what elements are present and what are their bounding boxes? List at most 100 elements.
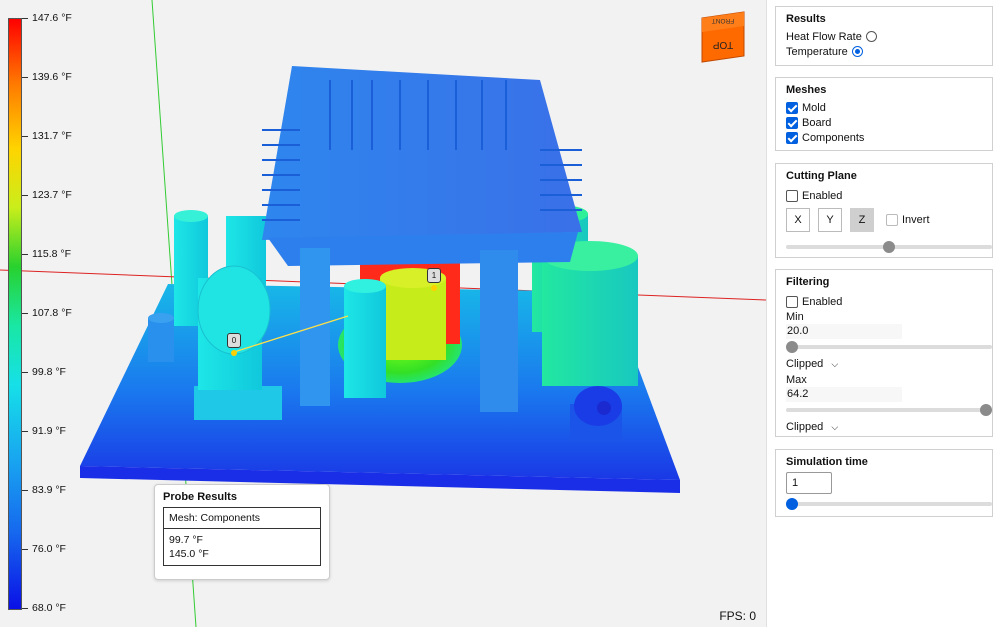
view-cube[interactable]: FRONT TOP xyxy=(698,8,748,70)
board-checkbox[interactable] xyxy=(786,116,798,129)
heat-flow-rate-label: Heat Flow Rate xyxy=(786,30,862,43)
slider-track xyxy=(786,408,992,412)
component-base xyxy=(194,386,282,420)
results-panel: Results Heat Flow Rate Temperature xyxy=(775,6,993,66)
simulation-time-panel: Simulation time 1 xyxy=(775,449,993,517)
meshes-title: Meshes xyxy=(786,84,827,96)
cutting-plane-enabled-label: Enabled xyxy=(802,189,843,202)
cutting-plane-panel: Cutting Plane Enabled X Y Z Invert xyxy=(775,163,993,258)
probe-marker-1[interactable]: 1 xyxy=(427,268,441,283)
components-label: Components xyxy=(802,131,865,144)
filtering-title: Filtering xyxy=(786,276,830,288)
simulation-time-input[interactable]: 1 xyxy=(786,472,832,494)
legend-label: 123.7 °F xyxy=(22,189,72,201)
slider-track xyxy=(786,345,992,349)
probe-results-title: Probe Results xyxy=(163,491,237,503)
slider-thumb[interactable] xyxy=(980,404,992,416)
components-checkbox[interactable] xyxy=(786,131,798,144)
slider-thumb[interactable] xyxy=(883,241,895,253)
min-mode-value: Clipped xyxy=(786,358,824,370)
mold-checkbox[interactable] xyxy=(786,101,798,114)
probe-value: 145.0 °F xyxy=(169,548,209,560)
large-cylinder xyxy=(542,256,638,386)
slider-thumb[interactable] xyxy=(786,498,798,510)
temperature-option[interactable]: Temperature xyxy=(786,44,982,59)
probe-marker-0[interactable]: 0 xyxy=(227,333,241,348)
cutting-plane-enabled[interactable]: Enabled xyxy=(786,188,982,203)
axis-x-button[interactable]: X xyxy=(786,208,810,232)
cutting-plane-enabled-checkbox[interactable] xyxy=(786,189,798,202)
chevron-down-icon: ⌵ xyxy=(831,359,839,369)
legend-label: 99.8 °F xyxy=(22,366,66,378)
color-legend: 147.6 °F 139.6 °F 131.7 °F 123.7 °F 115.… xyxy=(0,10,90,614)
small-cylinder xyxy=(148,318,174,362)
board-label: Board xyxy=(802,116,832,129)
results-title: Results xyxy=(786,13,826,25)
mesh-item-mold[interactable]: Mold xyxy=(786,100,982,115)
cutting-plane-slider[interactable] xyxy=(786,241,992,253)
mold-label: Mold xyxy=(802,101,826,114)
simulation-time-title: Simulation time xyxy=(786,456,868,468)
meshes-panel: Meshes Mold Board Components xyxy=(775,77,993,151)
legend-label: 115.8 °F xyxy=(22,248,71,260)
probe-point xyxy=(231,350,237,356)
invert-label: Invert xyxy=(902,214,930,226)
yellow-component xyxy=(380,278,446,360)
probe-marker-label: 1 xyxy=(431,271,437,280)
probe-values: 99.7 °F 145.0 °F xyxy=(163,529,321,566)
slider-thumb[interactable] xyxy=(786,341,798,353)
max-value-field[interactable]: 64.2 xyxy=(786,387,902,402)
heat-sink-leg xyxy=(480,250,518,412)
heat-flow-rate-option[interactable]: Heat Flow Rate xyxy=(786,29,982,44)
legend-label: 139.6 °F xyxy=(22,71,72,83)
slider-track xyxy=(786,502,992,506)
legend-label: 83.9 °F xyxy=(22,484,66,496)
probe-results-panel: Probe Results Mesh: Components 99.7 °F 1… xyxy=(154,484,330,580)
mesh-item-components[interactable]: Components xyxy=(786,130,982,145)
probe-marker-label: 0 xyxy=(231,336,237,345)
chevron-down-icon: ⌵ xyxy=(831,422,839,432)
cutting-plane-title: Cutting Plane xyxy=(786,170,857,182)
temperature-label: Temperature xyxy=(786,45,848,58)
pulley-hole xyxy=(597,401,611,415)
view-cube-front-label: FRONT xyxy=(712,17,734,24)
axis-z-button[interactable]: Z xyxy=(850,208,874,232)
view-cube-top-label: TOP xyxy=(712,39,733,50)
min-slider[interactable] xyxy=(786,341,992,353)
legend-label: 91.9 °F xyxy=(22,425,66,437)
cylinder xyxy=(344,286,386,398)
max-mode-value: Clipped xyxy=(786,421,824,433)
control-sidebar: Results Heat Flow Rate Temperature Meshe… xyxy=(766,0,1000,627)
probe-value: 99.7 °F xyxy=(169,534,203,546)
legend-label: 131.7 °F xyxy=(22,130,72,142)
axis-y-button[interactable]: Y xyxy=(818,208,842,232)
legend-label: 76.0 °F xyxy=(22,543,66,555)
legend-label: 68.0 °F xyxy=(22,602,66,614)
min-label: Min xyxy=(786,310,804,323)
probe-mesh-label: Mesh: Components xyxy=(163,507,321,529)
max-label: Max xyxy=(786,373,807,386)
legend-color-bar xyxy=(8,18,22,610)
3d-viewport[interactable]: 0 1 147.6 °F 139.6 °F 131.7 °F 123.7 °F … xyxy=(0,0,766,627)
cylinder-top xyxy=(344,279,386,293)
simulation-time-slider[interactable] xyxy=(786,498,992,510)
filtering-enabled[interactable]: Enabled xyxy=(786,294,982,309)
probe-point xyxy=(431,285,437,291)
legend-label: 107.8 °F xyxy=(22,307,72,319)
heat-sink-scene[interactable] xyxy=(0,0,766,627)
min-value-field[interactable]: 20.0 xyxy=(786,324,902,339)
legend-label: 147.6 °F xyxy=(22,12,72,24)
max-slider[interactable] xyxy=(786,404,992,416)
invert-checkbox[interactable] xyxy=(886,214,898,226)
filtering-panel: Filtering Enabled Min 20.0 Clipped ⌵ Max… xyxy=(775,269,993,437)
fps-counter: FPS: 0 xyxy=(719,609,756,623)
filtering-enabled-label: Enabled xyxy=(802,295,843,308)
mesh-item-board[interactable]: Board xyxy=(786,115,982,130)
small-cylinder-top xyxy=(148,313,174,323)
temperature-radio[interactable] xyxy=(851,46,863,57)
min-mode-select[interactable]: Clipped ⌵ xyxy=(786,357,982,372)
max-mode-select[interactable]: Clipped ⌵ xyxy=(786,420,982,435)
filtering-enabled-checkbox[interactable] xyxy=(786,295,798,308)
cylinder-top xyxy=(174,210,208,222)
heat-flow-rate-radio[interactable] xyxy=(865,31,877,42)
